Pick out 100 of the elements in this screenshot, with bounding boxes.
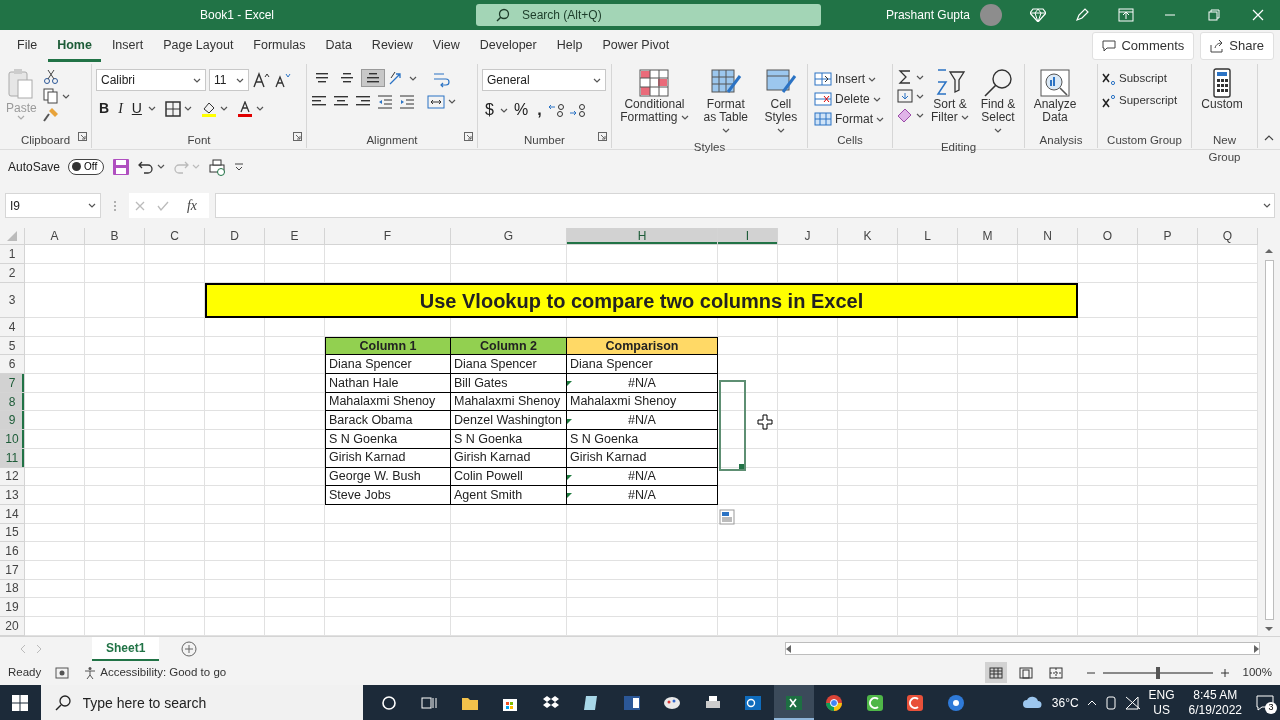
table-cell[interactable]: #N/A (567, 411, 718, 431)
grid-cell[interactable] (25, 504, 85, 524)
grid-cell[interactable] (85, 392, 145, 412)
name-box[interactable]: I9 (5, 193, 101, 218)
table-cell[interactable]: Denzel Washington (451, 411, 567, 431)
grid-cell[interactable] (1138, 523, 1198, 543)
grid-cell[interactable] (451, 617, 567, 636)
table-cell[interactable]: Bill Gates (451, 374, 567, 393)
dialog-launcher-icon[interactable] (293, 132, 302, 142)
grid-cell[interactable] (145, 486, 205, 505)
scissors-icon[interactable] (42, 69, 59, 85)
grid-cell[interactable] (838, 579, 898, 599)
analyze-data-button[interactable]: Analyze Data (1029, 66, 1081, 132)
grid-cell[interactable] (25, 523, 85, 543)
grid-cell[interactable] (1078, 542, 1138, 561)
grid-cell[interactable] (1018, 448, 1078, 468)
currency-button[interactable]: $ (482, 97, 497, 123)
caret-icon[interactable] (499, 107, 508, 113)
previous-sheet-icon[interactable] (20, 644, 26, 653)
grid-cell[interactable] (958, 467, 1018, 487)
grid-cell[interactable] (265, 523, 325, 543)
grid-cell[interactable] (25, 355, 85, 375)
grid-cell[interactable] (25, 486, 85, 505)
grid-cell[interactable] (205, 523, 265, 543)
grid-cell[interactable] (205, 504, 265, 524)
grid-cell[interactable] (898, 486, 958, 505)
grid-cell[interactable] (1078, 448, 1138, 468)
font-name-dropdown[interactable]: Calibri (96, 69, 206, 91)
grid-cell[interactable] (451, 598, 567, 617)
grid-cell[interactable] (25, 264, 85, 283)
grid-cell[interactable] (85, 448, 145, 468)
caret-icon[interactable] (916, 112, 924, 118)
grid-cell[interactable] (838, 392, 898, 412)
grid-cell[interactable] (1078, 560, 1138, 580)
grid-cell[interactable] (85, 336, 145, 356)
table-cell[interactable]: Nathan Hale (325, 374, 451, 393)
grid-cell[interactable] (1138, 430, 1198, 449)
grid-cell[interactable] (85, 579, 145, 599)
grid-cell[interactable] (1018, 598, 1078, 617)
dialog-launcher-icon[interactable] (464, 132, 473, 142)
input-language[interactable]: ENG US (1148, 687, 1175, 718)
scroll-left-icon[interactable] (786, 644, 791, 653)
scroll-right-icon[interactable] (1254, 644, 1259, 653)
row-header[interactable]: 13 (0, 486, 25, 505)
grid-cell[interactable] (205, 542, 265, 561)
increase-indent-icon[interactable] (399, 94, 415, 109)
grid-cell[interactable] (1018, 486, 1078, 505)
grid-cell[interactable] (838, 374, 898, 393)
sort-filter-button[interactable]: Sort & Filter (928, 66, 972, 139)
menu-tab[interactable]: Formulas (244, 30, 315, 62)
grid-cell[interactable] (958, 598, 1018, 617)
grid-cell[interactable] (778, 504, 838, 524)
grid-cell[interactable] (567, 523, 718, 543)
grid-cell[interactable] (265, 504, 325, 524)
grid-cell[interactable] (1078, 245, 1138, 264)
grid-cell[interactable] (145, 504, 205, 524)
column-header[interactable]: G (451, 228, 567, 245)
italic-button[interactable]: I (115, 97, 126, 120)
restore-icon[interactable] (1208, 9, 1220, 21)
grid-cell[interactable] (1138, 448, 1198, 468)
sheet-tab[interactable]: Sheet1 (92, 636, 160, 661)
grid-cell[interactable] (718, 504, 778, 524)
grid-cell[interactable] (778, 448, 838, 468)
clock[interactable]: 8:45 AM 6/19/2022 (1188, 687, 1242, 718)
grid-cell[interactable] (1078, 617, 1138, 636)
grid-cell[interactable] (1018, 467, 1078, 487)
grid-cell[interactable] (85, 374, 145, 393)
grid-cell[interactable] (718, 245, 778, 264)
grid-cell[interactable] (1138, 283, 1198, 318)
table-cell[interactable]: Barack Obama (325, 411, 451, 431)
customize-toolbar-icon[interactable] (234, 162, 245, 171)
selection-outline[interactable] (719, 380, 746, 471)
grid-cell[interactable] (838, 523, 898, 543)
grid-cell[interactable] (145, 318, 205, 337)
grid-cell[interactable] (85, 542, 145, 561)
grid-cell[interactable] (838, 486, 898, 505)
grid-cell[interactable] (718, 598, 778, 617)
grid-cell[interactable] (205, 430, 265, 449)
menu-tab[interactable]: Insert (102, 30, 153, 62)
decrease-font-size-icon[interactable] (273, 72, 291, 88)
grid-cell[interactable] (778, 598, 838, 617)
table-cell[interactable]: #N/A (567, 486, 718, 505)
zoom-slider[interactable] (1155, 666, 1160, 679)
next-sheet-icon[interactable] (36, 644, 42, 653)
caret-icon[interactable] (916, 74, 924, 80)
grid-cell[interactable] (451, 560, 567, 580)
grid-cell[interactable] (85, 318, 145, 337)
enter-icon[interactable] (157, 200, 169, 211)
formula-input[interactable] (215, 193, 1275, 218)
grid-cell[interactable] (85, 355, 145, 375)
grid-cell[interactable] (25, 617, 85, 636)
grid-cell[interactable] (85, 264, 145, 283)
grid-cell[interactable] (898, 245, 958, 264)
grid-cell[interactable] (1078, 374, 1138, 393)
grid-cell[interactable] (838, 448, 898, 468)
grid-cell[interactable] (145, 411, 205, 431)
grid-cell[interactable] (898, 467, 958, 487)
grid-cell[interactable] (145, 617, 205, 636)
grid-cell[interactable] (85, 560, 145, 580)
grid-cell[interactable] (85, 467, 145, 487)
